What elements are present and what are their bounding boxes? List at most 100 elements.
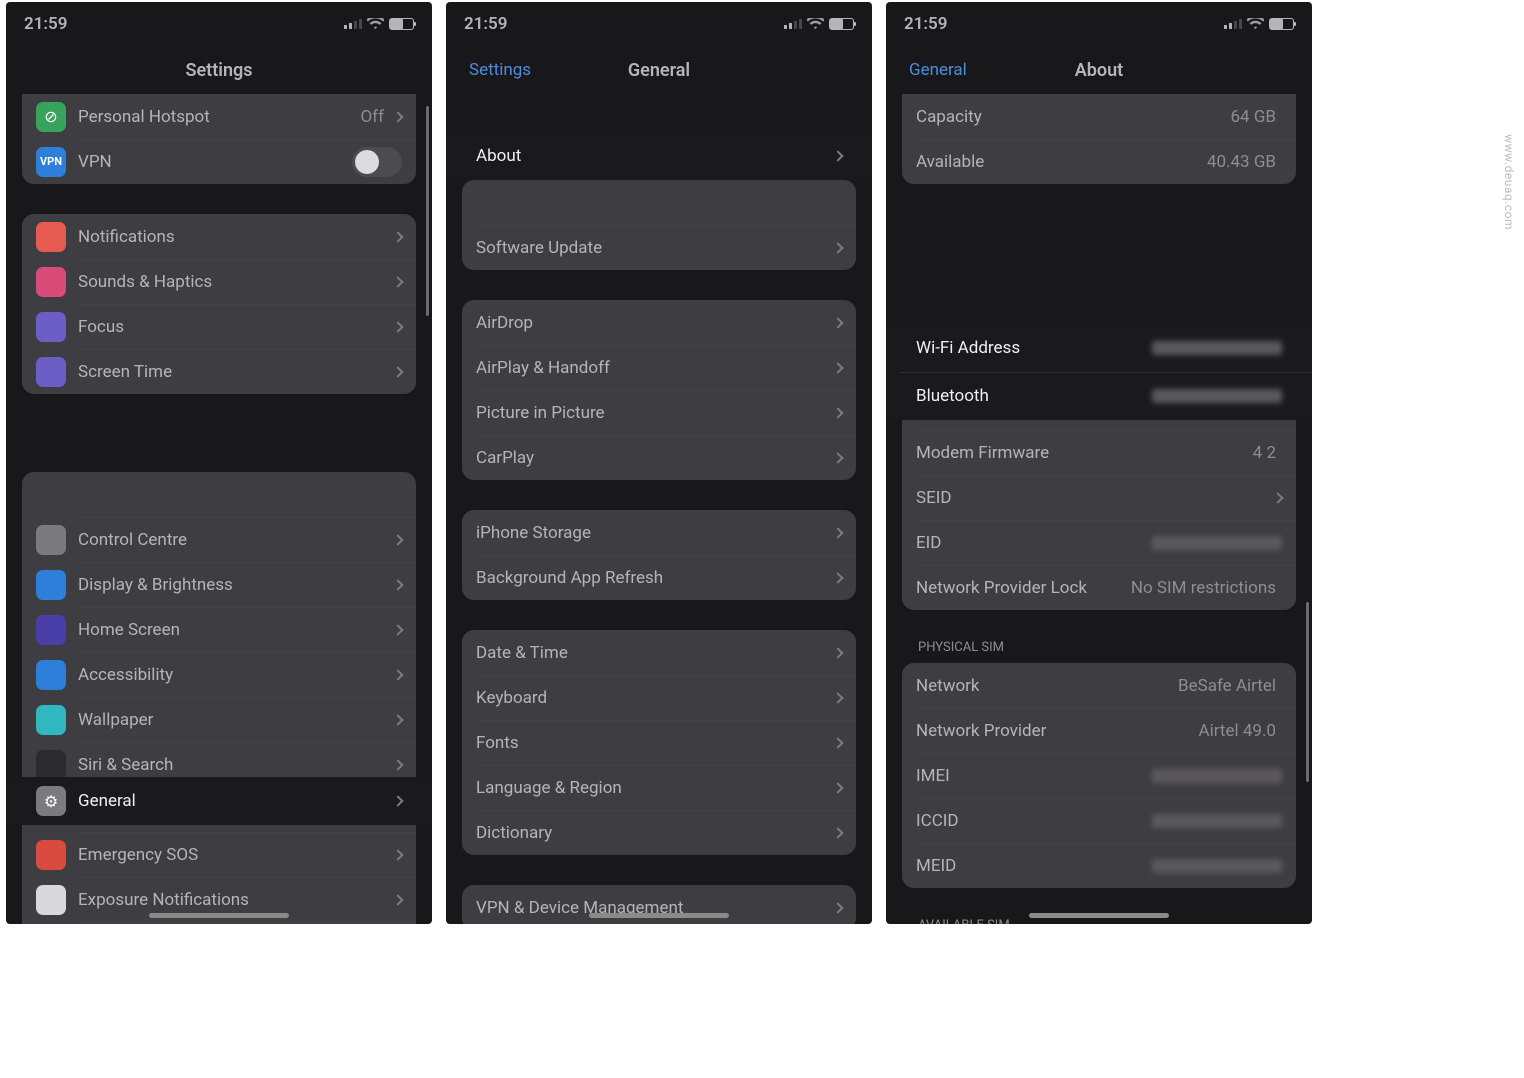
blurred-value: [1152, 769, 1282, 783]
row-software-update[interactable]: Software Update: [462, 225, 856, 270]
gear-icon: ⚙: [36, 786, 66, 816]
row-network-provider-lock[interactable]: Network Provider LockNo SIM restrictions: [902, 565, 1296, 610]
chevron-icon: [392, 111, 403, 122]
cellular-icon: [1224, 19, 1242, 29]
chevron-icon: [832, 692, 843, 703]
row-control-centre[interactable]: Control Centre: [22, 517, 416, 562]
row-bluetooth[interactable]: Bluetooth: [886, 372, 1312, 420]
app-icon: [36, 312, 66, 342]
row-focus[interactable]: Focus: [22, 304, 416, 349]
chevron-icon: [832, 407, 843, 418]
chevron-icon: [392, 759, 403, 770]
chevron-icon: [392, 231, 403, 242]
row-sounds-haptics[interactable]: Sounds & Haptics: [22, 259, 416, 304]
row-carplay[interactable]: CarPlay: [462, 435, 856, 480]
status-bar: 21:59: [446, 2, 872, 46]
cellular-icon: [344, 19, 362, 29]
row-meid[interactable]: MEID: [902, 843, 1296, 888]
chevron-icon: [832, 827, 843, 838]
row-personal-hotspot[interactable]: ⊘ Personal Hotspot Off: [22, 94, 416, 139]
battery-icon: [829, 18, 854, 30]
row-general-highlight[interactable]: ⚙ General: [6, 777, 432, 825]
row-capacity[interactable]: Capacity64 GB: [902, 94, 1296, 139]
row-eid[interactable]: EID: [902, 520, 1296, 565]
row-screen-time[interactable]: Screen Time: [22, 349, 416, 394]
row-notifications[interactable]: Notifications: [22, 214, 416, 259]
chevron-icon: [1272, 492, 1283, 503]
back-button[interactable]: General: [898, 60, 967, 80]
status-bar: 21:59: [886, 2, 1312, 46]
home-indicator[interactable]: [589, 913, 729, 918]
row-picture-in-picture[interactable]: Picture in Picture: [462, 390, 856, 435]
row-vpn[interactable]: VPN VPN: [22, 139, 416, 184]
chevron-icon: [392, 714, 403, 725]
row-battery[interactable]: Battery: [22, 922, 416, 924]
app-icon: [36, 267, 66, 297]
chevron-icon: [832, 317, 843, 328]
chevron-icon: [392, 276, 403, 287]
row-home-screen[interactable]: Home Screen: [22, 607, 416, 652]
row-display-brightness[interactable]: Display & Brightness: [22, 562, 416, 607]
blurred-value: [1152, 814, 1282, 828]
row-dictionary[interactable]: Dictionary: [462, 810, 856, 855]
row-keyboard[interactable]: Keyboard: [462, 675, 856, 720]
row-background-app-refresh[interactable]: Background App Refresh: [462, 555, 856, 600]
row-network-provider[interactable]: Network ProviderAirtel 49.0: [902, 708, 1296, 753]
chevron-icon: [832, 737, 843, 748]
row-accessibility[interactable]: Accessibility: [22, 652, 416, 697]
row-iccid[interactable]: ICCID: [902, 798, 1296, 843]
page-title: General: [628, 60, 690, 81]
chevron-icon: [392, 795, 403, 806]
status-bar: 21:59: [6, 2, 432, 46]
status-time: 21:59: [464, 14, 507, 34]
screenshot-settings: 21:59 Settings ⊘ Personal Hotspot Off VP…: [6, 2, 432, 924]
row-seid[interactable]: SEID: [902, 475, 1296, 520]
row-airplay-handoff[interactable]: AirPlay & Handoff: [462, 345, 856, 390]
row-airdrop[interactable]: AirDrop: [462, 300, 856, 345]
app-icon: [36, 660, 66, 690]
app-icon: [36, 705, 66, 735]
chevron-icon: [832, 527, 843, 538]
blurred-value: [1152, 341, 1282, 355]
blurred-value: [1152, 859, 1282, 873]
hotspot-icon: ⊘: [36, 102, 66, 132]
status-time: 21:59: [904, 14, 947, 34]
chevron-icon: [392, 579, 403, 590]
row-language-region[interactable]: Language & Region: [462, 765, 856, 810]
chevron-icon: [832, 782, 843, 793]
home-indicator[interactable]: [1029, 913, 1169, 918]
vpn-icon: VPN: [36, 147, 66, 177]
chevron-icon: [392, 321, 403, 332]
wifi-icon: [807, 18, 824, 30]
chevron-icon: [392, 669, 403, 680]
row-iphone-storage[interactable]: iPhone Storage: [462, 510, 856, 555]
section-header-available-sim: AVAILABLE SIM: [918, 918, 1280, 924]
home-indicator[interactable]: [149, 913, 289, 918]
screenshot-general: 21:59 Settings General About AboutSoftwa…: [446, 2, 872, 924]
row-modem-firmware[interactable]: Modem Firmware4 2: [902, 430, 1296, 475]
page-title: Settings: [186, 60, 253, 81]
row-about-highlight[interactable]: About: [446, 132, 872, 180]
row-wifi-address[interactable]: Wi-Fi Address: [886, 324, 1312, 372]
chevron-icon: [832, 362, 843, 373]
back-button[interactable]: Settings: [458, 60, 531, 80]
row-vpn-device-management[interactable]: VPN & Device Management: [462, 885, 856, 924]
app-icon: [36, 615, 66, 645]
row-date-time[interactable]: Date & Time: [462, 630, 856, 675]
row-emergency-sos[interactable]: Emergency SOS: [22, 832, 416, 877]
app-icon: [36, 885, 66, 915]
row-wallpaper[interactable]: Wallpaper: [22, 697, 416, 742]
blurred-value: [1152, 536, 1282, 550]
highlight-mac-addresses: Wi-Fi Address Bluetooth: [886, 324, 1312, 420]
chevron-left-icon: [896, 64, 909, 77]
chevron-left-icon: [456, 64, 469, 77]
row-available[interactable]: Available40.43 GB: [902, 139, 1296, 184]
app-icon: [36, 840, 66, 870]
row-imei[interactable]: IMEI: [902, 753, 1296, 798]
vpn-toggle[interactable]: [352, 147, 402, 177]
nav-bar: Settings General: [446, 46, 872, 94]
cellular-icon: [784, 19, 802, 29]
row-fonts[interactable]: Fonts: [462, 720, 856, 765]
watermark: www.deuaq.com: [1502, 134, 1516, 230]
row-network[interactable]: NetworkBeSafe Airtel: [902, 663, 1296, 708]
